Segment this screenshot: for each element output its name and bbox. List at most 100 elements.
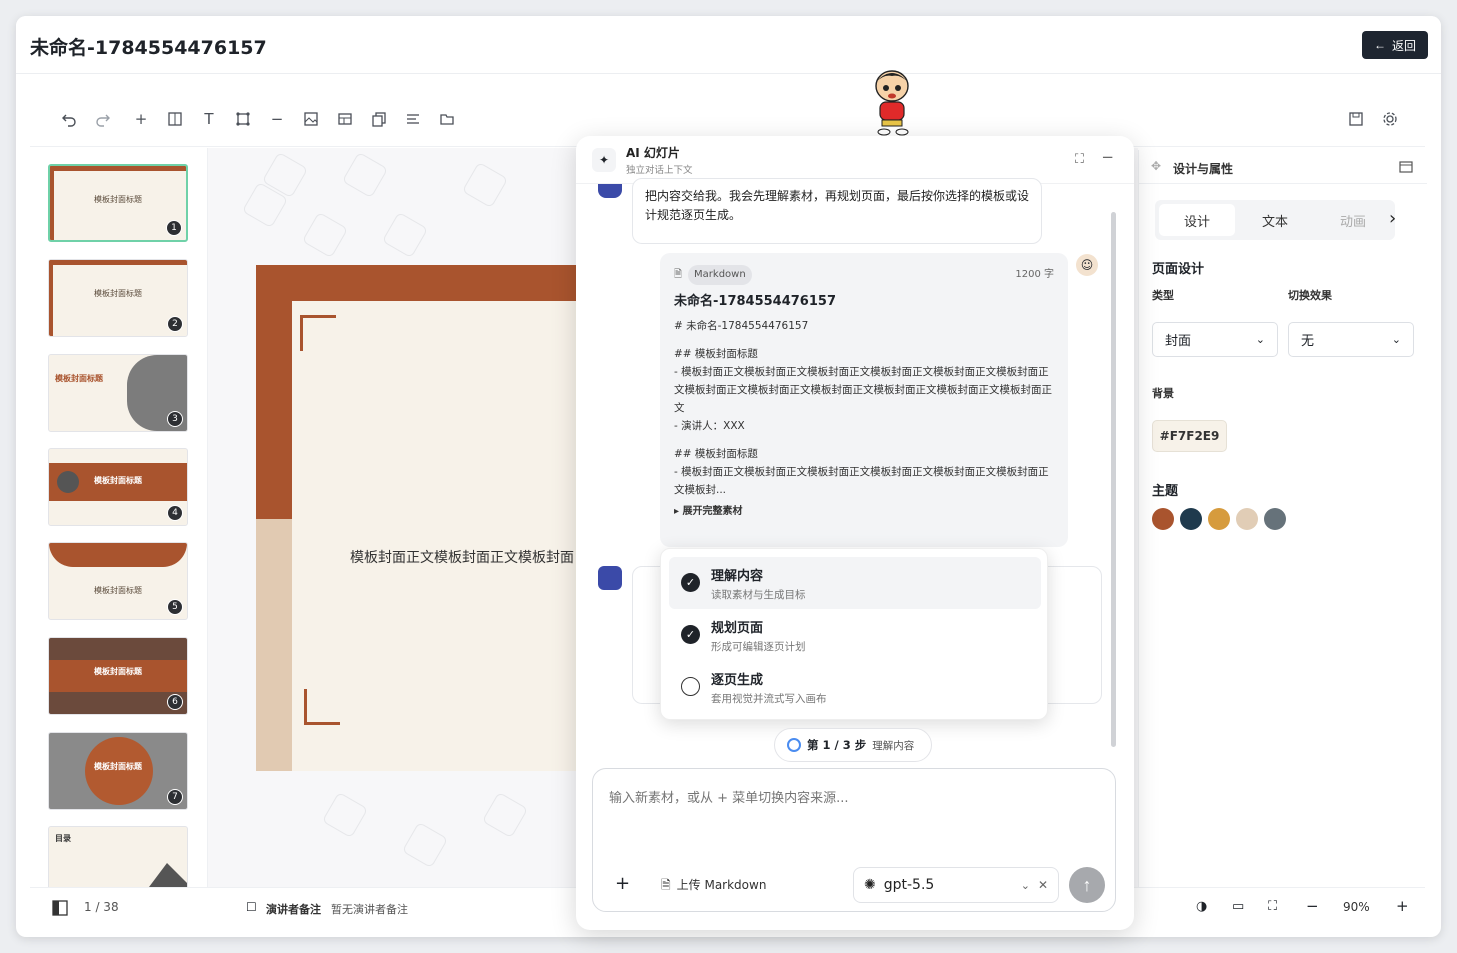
step-title: 理解内容	[711, 569, 764, 584]
document-icon: 🗎	[661, 878, 671, 892]
zoom-in-icon[interactable]: +	[1396, 897, 1409, 915]
add-icon[interactable]: +	[131, 109, 151, 129]
save-icon[interactable]	[1346, 109, 1366, 129]
layout-icon[interactable]	[165, 109, 185, 129]
markdown-line: - 模板封面正文模板封面正文模板封面正文模板封面正文模板封面正文模板封面正文模板…	[674, 466, 1049, 496]
theme-swatch-1[interactable]	[1152, 508, 1174, 530]
slide-thumbnail-panel: 模板封面标题 1 模板封面标题 2 模板封面标题 3 模板封面标题 4 模板封面…	[30, 148, 208, 887]
type-label: 类型	[1152, 289, 1174, 302]
expand-icon[interactable]: ⛶	[1075, 152, 1084, 167]
transition-select[interactable]: 无 ⌄	[1288, 322, 1414, 357]
plus-menu-icon[interactable]: +	[615, 873, 630, 894]
chevron-down-icon: ⌄	[1255, 333, 1265, 346]
speaker-notes-label[interactable]: 演讲者备注	[266, 901, 321, 917]
chat-subtitle: 独立对话上下文	[626, 165, 693, 176]
check-icon: ✓	[681, 625, 700, 644]
chat-scrollbar[interactable]	[1111, 212, 1116, 747]
table-icon[interactable]	[335, 109, 355, 129]
shape-icon[interactable]	[233, 109, 253, 129]
current-slide[interactable]: 模板封面正文模板封面正文模板封面	[256, 265, 616, 771]
step-subtitle: 形成可编辑逐页计划	[711, 641, 806, 653]
theme-swatch-5[interactable]	[1264, 508, 1286, 530]
step-generate[interactable]: 逐页生成 套用视觉并流式写入画布	[669, 661, 1041, 713]
title-bar: 未命名-1784554476157 ← 返回	[16, 16, 1441, 74]
zoom-level: 90%	[1343, 900, 1370, 914]
theme-swatch-3[interactable]	[1208, 508, 1230, 530]
expand-material-link[interactable]: ▸ 展开完整素材	[674, 503, 1054, 521]
thumbnail-number: 7	[167, 789, 183, 805]
slide-thumbnail-5[interactable]: 模板封面标题 5	[48, 542, 188, 620]
slide-thumbnail-2[interactable]: 模板封面标题 2	[48, 259, 188, 337]
slide-thumbnail-7[interactable]: 模板封面标题 7	[48, 732, 188, 810]
thumbnail-number: 6	[167, 694, 183, 710]
design-properties-panel: ✥ 设计与属性 设计 文本 动画 › 页面设计 类型 切换效果 封面 ⌄ 无 ⌄…	[1138, 150, 1427, 887]
thumbnail-number: 5	[167, 599, 183, 615]
markdown-line: - 演讲人：XXX	[674, 420, 745, 432]
chat-input[interactable]	[609, 787, 1099, 837]
chevron-down-icon: ⌄	[1391, 333, 1401, 346]
pending-circle-icon	[681, 677, 700, 696]
tab-design[interactable]: 设计	[1159, 204, 1235, 236]
chat-header: ✦ AI 幻灯片 独立对话上下文 ⛶ −	[576, 136, 1134, 184]
upload-markdown-button[interactable]: 🗎 上传 Markdown	[661, 876, 766, 897]
panel-toggle-icon[interactable]	[1399, 159, 1413, 178]
background-hex	[381, 211, 429, 259]
markdown-char-count: 1200 字	[1015, 269, 1054, 280]
assistant-avatar	[598, 184, 622, 198]
slide-thumbnail-6[interactable]: 模板封面标题 6	[48, 637, 188, 715]
chevron-right-icon[interactable]: ›	[1389, 208, 1396, 229]
panel-header-title: 设计与属性	[1173, 162, 1234, 176]
step-understand[interactable]: ✓ 理解内容 读取素材与生成目标	[669, 557, 1041, 609]
back-button[interactable]: ← 返回	[1361, 31, 1428, 59]
thumbnail-title: 模板封面标题	[94, 476, 142, 485]
clear-model-icon[interactable]: ✕	[1038, 878, 1048, 892]
align-icon[interactable]	[403, 109, 423, 129]
move-icon[interactable]: ✥	[1151, 159, 1161, 173]
panel-layout-icon[interactable]	[52, 900, 68, 920]
send-button[interactable]: ↑	[1069, 867, 1105, 903]
tab-text[interactable]: 文本	[1237, 204, 1313, 236]
step-progress-label: 第 1 / 3 步	[807, 738, 867, 752]
slide-thumbnail-3[interactable]: 模板封面标题 3	[48, 354, 188, 432]
present-icon[interactable]: ▭	[1232, 899, 1244, 914]
model-selector[interactable]: ✺ gpt-5.5 ⌄ ✕	[853, 867, 1059, 903]
slide-body-text[interactable]: 模板封面正文模板封面正文模板封面	[350, 547, 574, 567]
background-hex	[321, 791, 369, 839]
thumbnail-number: 4	[167, 505, 183, 521]
step-subtitle: 读取素材与生成目标	[711, 589, 806, 601]
slide-thumbnail-1[interactable]: 模板封面标题 1	[48, 164, 188, 242]
zoom-out-icon[interactable]: −	[1306, 897, 1319, 915]
text-icon[interactable]: T	[199, 109, 219, 129]
background-hex	[341, 151, 389, 199]
redo-icon[interactable]	[93, 109, 113, 129]
type-select[interactable]: 封面 ⌄	[1152, 322, 1278, 357]
theme-swatch-2[interactable]	[1180, 508, 1202, 530]
generation-steps-popover: ✓ 理解内容 读取素材与生成目标 ✓ 规划页面 形成可编辑逐页计划 逐页生成 套…	[660, 548, 1048, 720]
chat-title: AI 幻灯片	[626, 146, 680, 160]
step-plan[interactable]: ✓ 规划页面 形成可编辑逐页计划	[669, 609, 1041, 661]
notes-icon[interactable]: ☐	[246, 900, 257, 914]
openai-icon: ✺	[864, 877, 876, 893]
background-hex	[301, 211, 349, 259]
slide-thumbnail-8[interactable]: 目录	[48, 826, 188, 887]
progress-ring-icon	[787, 738, 801, 752]
palette-icon[interactable]: ◑	[1196, 899, 1207, 914]
fullscreen-icon[interactable]: ⛶	[1268, 899, 1277, 914]
mascot-character	[875, 70, 909, 136]
minimize-icon[interactable]: −	[1101, 148, 1114, 166]
step-progress-pill[interactable]: 第 1 / 3 步 理解内容	[774, 728, 932, 762]
type-select-value: 封面	[1165, 334, 1192, 349]
tab-animation[interactable]: 动画	[1315, 204, 1391, 236]
folder-icon[interactable]	[437, 109, 457, 129]
minus-icon[interactable]: −	[267, 109, 287, 129]
slide-top-band	[292, 265, 616, 301]
undo-icon[interactable]	[59, 109, 79, 129]
slide-thumbnail-4[interactable]: 模板封面标题 4	[48, 448, 188, 526]
thumbnail-title: 模板封面标题	[94, 586, 142, 595]
image-icon[interactable]	[301, 109, 321, 129]
copy-icon[interactable]	[369, 109, 389, 129]
settings-icon[interactable]	[1380, 109, 1400, 129]
background-color-chip[interactable]: #F7F2E9	[1152, 420, 1227, 452]
thumbnail-title: 目录	[55, 834, 71, 843]
theme-swatch-4[interactable]	[1236, 508, 1258, 530]
